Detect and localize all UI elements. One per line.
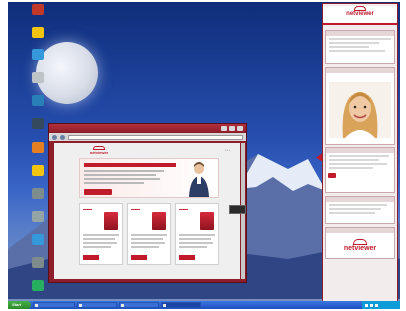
box-button[interactable] — [131, 255, 147, 260]
chat-buttons — [326, 171, 394, 180]
section-row — [329, 204, 387, 206]
taskbar-item[interactable] — [119, 302, 159, 308]
desktop-icon-4[interactable] — [18, 72, 58, 84]
app-icon — [32, 234, 44, 245]
section-row — [329, 50, 385, 52]
box-text-line — [83, 234, 119, 236]
app-icon — [32, 257, 44, 268]
hero-headline — [84, 163, 176, 167]
hero-text-line — [84, 174, 156, 176]
section-row — [329, 38, 391, 40]
chat-line — [329, 159, 379, 161]
section-header[interactable] — [326, 197, 394, 202]
box-text-line — [179, 242, 213, 244]
hero-person-image — [189, 162, 209, 197]
box-text-line — [131, 242, 165, 244]
network-icon — [32, 95, 44, 106]
panel-header: netviewer — [323, 6, 397, 25]
system-tray — [362, 301, 400, 309]
box-text-line — [179, 234, 215, 236]
box-text-line — [131, 246, 159, 248]
box-text-line — [83, 242, 117, 244]
app-icon — [32, 280, 44, 291]
box-text-line — [131, 238, 163, 240]
box-text-line — [179, 246, 207, 248]
taskbar-item[interactable] — [33, 302, 75, 308]
back-icon[interactable] — [52, 134, 57, 140]
desktop-icon-1[interactable] — [18, 4, 58, 16]
box-text-line — [83, 246, 111, 248]
folder-icon — [32, 27, 44, 38]
app-icon — [32, 211, 44, 222]
chat-line — [329, 163, 387, 165]
section-row — [329, 42, 379, 44]
app-icon — [32, 72, 44, 83]
close-icon[interactable] — [237, 126, 243, 131]
box-button[interactable] — [83, 255, 99, 260]
taskbar: Start — [8, 301, 400, 309]
taskbar-item[interactable] — [77, 302, 117, 308]
address-bar[interactable] — [68, 134, 243, 140]
product-box-meet: ▬▬▬ — [127, 203, 171, 265]
folder-icon — [32, 165, 44, 176]
chat-line — [329, 155, 389, 157]
box-text-line — [83, 238, 115, 240]
tray-icon[interactable] — [375, 303, 378, 307]
minimize-icon[interactable] — [221, 126, 227, 131]
box-text-line — [179, 238, 211, 240]
forward-icon[interactable] — [60, 134, 65, 140]
app-icon — [32, 188, 44, 199]
product-box-image — [200, 212, 214, 230]
panel-section-about: netviewer — [325, 227, 395, 259]
section-header[interactable] — [326, 228, 394, 233]
app-icon — [32, 4, 44, 15]
panel-footer-logo: netviewer — [326, 239, 394, 252]
product-box-image — [104, 212, 118, 230]
web-page: netviewer ▪ ▪ ▪ ▬▬▬ ▬▬▬ ▬▬▬ — [54, 143, 240, 279]
box-button[interactable] — [179, 255, 195, 260]
site-top-links[interactable]: ▪ ▪ ▪ — [225, 148, 230, 152]
section-row — [329, 46, 369, 48]
box-text-line — [131, 234, 167, 236]
browser-titlebar[interactable] — [49, 124, 246, 133]
hero-banner — [79, 158, 219, 198]
product-box-one2one: ▬▬▬ — [175, 203, 219, 265]
desktop-icon-2[interactable] — [18, 27, 58, 39]
tray-icon[interactable] — [365, 303, 368, 307]
product-box-image — [152, 212, 166, 230]
browser-toolbar — [49, 133, 246, 141]
section-row — [329, 212, 375, 214]
hero-text-line — [84, 170, 164, 172]
app-icon — [32, 142, 44, 153]
netviewer-panel: netviewer netviewer — [322, 3, 398, 303]
section-header[interactable] — [326, 68, 394, 73]
browser-window[interactable]: netviewer ▪ ▪ ▪ ▬▬▬ ▬▬▬ ▬▬▬ — [48, 123, 247, 283]
tray-icon[interactable] — [370, 303, 373, 307]
panel-section-transfer — [325, 196, 395, 224]
desktop-icon-5[interactable] — [18, 95, 58, 107]
site-logo[interactable]: netviewer — [84, 146, 114, 155]
section-header[interactable] — [326, 148, 394, 153]
taskbar-item-active[interactable] — [161, 302, 201, 308]
start-button[interactable]: Start — [8, 301, 31, 309]
section-header[interactable] — [326, 31, 394, 36]
hero-cta-button[interactable] — [84, 189, 112, 195]
panel-section-chat — [325, 147, 395, 193]
hero-text-line — [84, 178, 160, 180]
window-controls — [221, 126, 243, 131]
app-icon — [32, 118, 44, 129]
panel-section-settings — [325, 30, 395, 64]
chat-line — [329, 167, 373, 169]
agent-video-image — [329, 82, 391, 138]
maximize-icon[interactable] — [229, 126, 235, 131]
app-icon — [32, 49, 44, 60]
desktop-icon-3[interactable] — [18, 49, 58, 61]
section-row — [329, 208, 381, 210]
hero-text-line — [84, 182, 144, 184]
minimized-window-tab[interactable] — [229, 205, 246, 214]
send-button[interactable] — [328, 173, 336, 178]
product-box-support: ▬▬▬ — [79, 203, 123, 265]
